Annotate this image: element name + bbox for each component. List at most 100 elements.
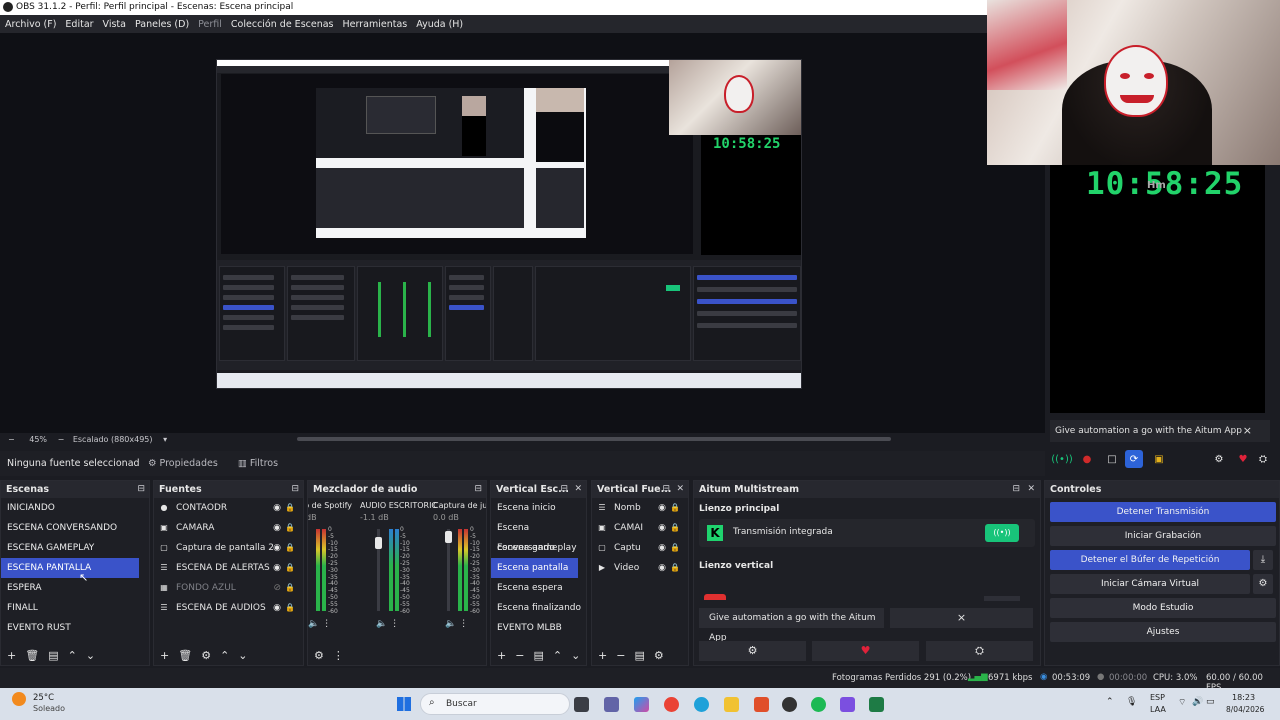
stop-replay-buffer-button[interactable]: Detener el Búfer de Repetición [1050, 550, 1250, 570]
lock-icon[interactable]: 🔒 [285, 558, 295, 578]
menu-paneles[interactable]: Paneles (D) [135, 19, 189, 30]
down-arrow-icon[interactable]: ⌄ [571, 649, 580, 662]
scene-item-selected[interactable]: ESCENA PANTALLA [1, 558, 139, 578]
filter-icon[interactable]: ▤ [533, 649, 543, 662]
replay-icon[interactable]: ⟳ [1125, 450, 1143, 468]
menu-vista[interactable]: Vista [103, 19, 126, 30]
lock-icon[interactable]: 🔒 [670, 518, 680, 538]
vertical-source-item[interactable]: ☰ Nomb ◉ 🔒 [592, 498, 688, 518]
source-item[interactable]: ☰ ESCENA DE ALERTAS ◉ 🔒 [154, 558, 303, 578]
start-recording-button[interactable]: Iniciar Grabación [1050, 526, 1276, 546]
file-explorer-icon[interactable] [724, 697, 739, 712]
stream-icon[interactable]: ((•)) [1051, 450, 1073, 468]
lock-icon[interactable]: 🔒 [670, 498, 680, 518]
remove-icon[interactable]: − [515, 649, 524, 662]
heart-icon[interactable]: ♥ [1234, 450, 1252, 468]
lock-icon[interactable]: 🔒 [285, 518, 295, 538]
zoom-minus[interactable]: − [8, 435, 15, 444]
lock-icon[interactable]: 🔒 [285, 578, 295, 598]
preview-h-scrollbar[interactable] [297, 437, 891, 441]
vcam-icon[interactable]: ▣ [1150, 450, 1168, 468]
aitum-donate-button[interactable]: ♥ [812, 641, 919, 661]
eye-icon[interactable]: ◉ [273, 558, 281, 578]
zoom-indicator[interactable]: − 45% − Escalado (880x495) ▾ [8, 435, 167, 444]
undock-icon[interactable]: ⊟ [137, 481, 145, 498]
language-code[interactable]: ESP [1150, 693, 1165, 702]
remove-icon[interactable]: − [616, 649, 625, 662]
weather-sun-icon[interactable] [12, 692, 26, 706]
filter-icon[interactable]: ▤ [48, 649, 58, 662]
eye-icon[interactable]: ◉ [273, 598, 281, 618]
vertical-source-item[interactable]: ▶ Video ◉ 🔒 [592, 558, 688, 578]
undock-icon[interactable]: ⊟ [1012, 481, 1020, 498]
wifi-icon[interactable]: ⌔ [1178, 697, 1186, 708]
vertical-toggle[interactable] [984, 596, 1020, 601]
lock-icon[interactable]: 🔒 [670, 538, 680, 558]
scale-dropdown-icon[interactable]: ▾ [163, 435, 167, 444]
microphone-icon[interactable]: 🎙 [1126, 697, 1137, 707]
down-arrow-icon[interactable]: ⌄ [86, 649, 95, 662]
task-view-icon[interactable] [574, 697, 589, 712]
scene-item[interactable]: EVENTO RUST [1, 618, 149, 638]
excel-icon[interactable] [869, 697, 884, 712]
teams-icon[interactable] [604, 697, 619, 712]
vertical-source-item[interactable]: ▢ Captu ◉ 🔒 [592, 538, 688, 558]
mixer-settings-icon[interactable]: ⚙ [314, 649, 324, 662]
source-item-hidden[interactable]: ▦ FONDO AZUL ⊘ 🔒 [154, 578, 303, 598]
menu-coleccion[interactable]: Colección de Escenas [231, 19, 334, 30]
eye-icon[interactable]: ◉ [658, 518, 666, 538]
chrome-icon[interactable] [664, 697, 679, 712]
up-arrow-icon[interactable]: ⌃ [553, 649, 562, 662]
vertical-source-item[interactable]: ▣ CAMAI ◉ 🔒 [592, 518, 688, 538]
add-icon[interactable]: + [497, 649, 506, 662]
lock-icon[interactable]: 🔒 [285, 598, 295, 618]
scene-item[interactable]: ESCENA GAMEPLAY [1, 538, 149, 558]
source-item[interactable]: ▢ Captura de pantalla 2 ◉ 🔒 [154, 538, 303, 558]
lock-icon[interactable]: 🔒 [670, 558, 680, 578]
aitum-settings-button[interactable]: ⚙ [699, 641, 806, 661]
filters-button[interactable]: ▥ Filtros [238, 458, 278, 469]
aitum-banner-close-button[interactable]: × [890, 608, 1033, 628]
settings-button[interactable]: Ajustes [1050, 622, 1276, 642]
start-virtual-camera-button[interactable]: Iniciar Cámara Virtual [1050, 574, 1250, 594]
eye-icon[interactable]: ◉ [273, 518, 281, 538]
eye-icon[interactable]: ◉ [658, 558, 666, 578]
trash-icon[interactable]: 🗑 [178, 649, 192, 662]
lock-icon[interactable]: 🔒 [285, 538, 295, 558]
add-icon[interactable]: + [598, 649, 607, 662]
vertical-scene-item[interactable]: Escena finalizando [491, 598, 586, 618]
add-icon[interactable]: + [7, 649, 16, 662]
vertical-scene-item[interactable]: EVENTO MLBB [491, 618, 586, 638]
gear-icon[interactable]: ⚙ [654, 649, 664, 662]
settings-gear-icon[interactable]: ⚙ [1210, 450, 1228, 468]
spotify-icon[interactable] [811, 697, 826, 712]
aitum-overlay-close-button[interactable]: × [1243, 420, 1252, 442]
vertical-scene-item[interactable]: Escena inicio [491, 498, 586, 518]
eye-icon[interactable]: ◉ [658, 538, 666, 558]
menu-dots-icon[interactable]: ⋮ [333, 649, 344, 662]
brave-icon[interactable] [754, 697, 769, 712]
mute-speaker-icon[interactable]: 🔈 ⋮ [445, 619, 468, 629]
scene-item[interactable]: ESPERA [1, 578, 149, 598]
undock-icon[interactable]: ⊟ [662, 481, 670, 498]
vcam-settings-icon[interactable]: ⚙ [1253, 574, 1273, 594]
studio-mode-button[interactable]: Modo Estudio [1050, 598, 1276, 618]
source-item[interactable]: ● CONTAODR ◉ 🔒 [154, 498, 303, 518]
windows-start-icon[interactable] [397, 697, 411, 711]
aitum-discord-button[interactable]: ⛭ [926, 641, 1033, 661]
menu-editar[interactable]: Editar [65, 19, 93, 30]
menu-herramientas[interactable]: Herramientas [343, 19, 408, 30]
menu-ayuda[interactable]: Ayuda (H) [416, 19, 463, 30]
volume-icon[interactable]: 🔊 [1192, 697, 1203, 707]
close-icon[interactable]: ✕ [1027, 481, 1035, 498]
eye-hidden-icon[interactable]: ⊘ [273, 578, 281, 598]
vertical-scene-item[interactable]: Escena gameplay [491, 538, 586, 558]
trash-icon[interactable]: 🗑 [25, 649, 39, 662]
edge-icon[interactable] [694, 697, 709, 712]
scene-item[interactable]: ESCENA CONVERSANDO [1, 518, 149, 538]
properties-button[interactable]: ⚙ Propiedades [148, 458, 218, 469]
save-replay-icon[interactable]: ⤓ [1253, 550, 1273, 570]
battery-icon[interactable]: ▭ [1206, 697, 1215, 707]
stop-stream-button[interactable]: Detener Transmisión [1050, 502, 1276, 522]
undock-icon[interactable]: ⊟ [291, 481, 299, 498]
